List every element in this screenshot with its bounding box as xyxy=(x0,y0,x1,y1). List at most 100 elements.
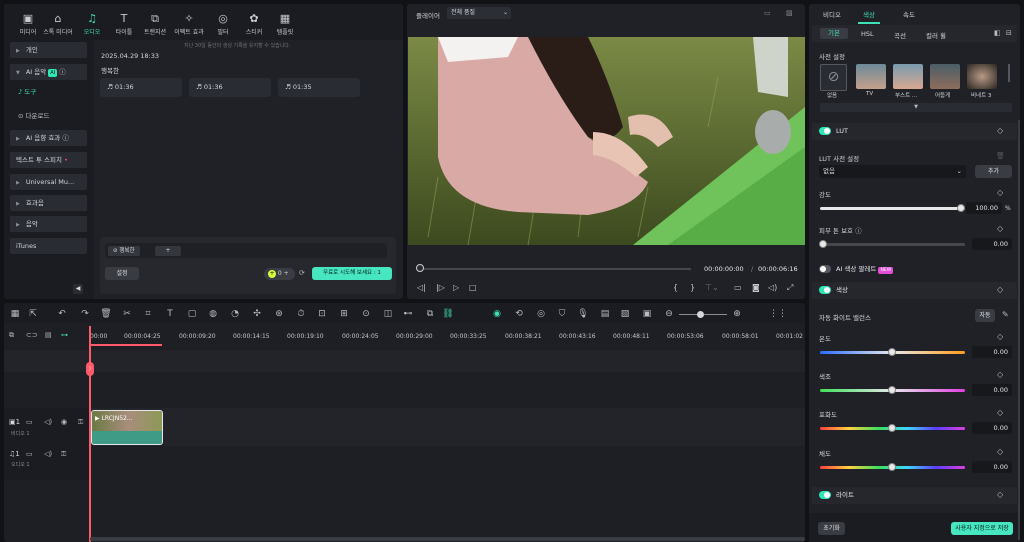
folder-icon[interactable]: ▭ xyxy=(26,418,33,426)
play-icon[interactable]: ▷ xyxy=(453,283,459,292)
display-icon[interactable]: ▭ xyxy=(734,283,742,292)
volume-icon[interactable]: ◁) xyxy=(768,283,777,292)
color-icon[interactable]: ◍ xyxy=(207,309,219,319)
microphone-icon[interactable]: 🎙 xyxy=(577,309,589,319)
inspector-scrollbar[interactable] xyxy=(1018,120,1020,540)
visibility-icon[interactable]: ◉ xyxy=(61,418,67,426)
toolbar-media[interactable]: ▣ 미디어 xyxy=(13,12,43,36)
sidebar-item-itunes[interactable]: iTunes xyxy=(10,238,87,254)
subtab-hsl[interactable]: HSL xyxy=(861,30,874,38)
saturation-value[interactable]: 0.00 xyxy=(972,422,1012,434)
crop-icon[interactable]: ⌗ xyxy=(142,309,154,319)
marker-icon[interactable]: ⊤⌄ xyxy=(705,283,719,292)
quality-select[interactable]: 전체 품질 ⌄ xyxy=(447,7,511,19)
audio-stretch-icon[interactable]: ⊷ xyxy=(402,309,414,319)
compare-icon[interactable]: ◧ xyxy=(994,29,1001,37)
render-icon[interactable]: ◎ xyxy=(535,309,547,319)
temperature-value[interactable]: 0.00 xyxy=(972,346,1012,358)
track-list-icon[interactable]: ▤ xyxy=(45,331,52,339)
strength-slider[interactable] xyxy=(820,204,965,212)
layout-icon[interactable]: ▦ xyxy=(9,309,21,319)
keyframe-icon[interactable]: ◇ xyxy=(997,332,1003,341)
playhead-handle-icon[interactable]: ⟩ xyxy=(86,362,94,376)
color-toggle[interactable] xyxy=(819,286,831,294)
keyframe-icon[interactable]: ◇ xyxy=(997,188,1003,197)
sidebar-item-tools[interactable]: ♪ 도구 xyxy=(18,86,36,96)
redo-icon[interactable]: ↷ xyxy=(79,309,91,319)
ai-palette-header[interactable]: AI 색상 팔레트 NEW xyxy=(812,261,1017,278)
copy-icon[interactable]: ⧉ xyxy=(424,309,436,319)
snapshot-icon[interactable]: ▨ xyxy=(786,9,793,17)
preset-thumb-vignette[interactable] xyxy=(967,64,997,89)
prompt-input[interactable] xyxy=(105,243,387,258)
step-back-icon[interactable]: |▷ xyxy=(436,283,445,292)
lock-icon[interactable]: ⚿ xyxy=(61,450,66,459)
eyedropper-icon[interactable]: ✎ xyxy=(1002,310,1009,319)
music-card[interactable]: ♬ 01:36 xyxy=(189,78,271,97)
cut-icon[interactable]: ✂ xyxy=(121,309,133,319)
mute-icon[interactable]: ◁) xyxy=(44,450,52,458)
prompt-chip[interactable]: ⊘ 행복한 xyxy=(108,246,140,256)
folder-icon[interactable]: ▭ xyxy=(26,450,33,458)
keyframe-icon[interactable]: ◇ xyxy=(997,370,1003,379)
lock-icon[interactable]: ⚿ xyxy=(78,418,83,427)
keyframe-icon[interactable]: ◇ xyxy=(997,126,1003,135)
mute-icon[interactable]: ◁) xyxy=(44,418,52,426)
keyframe-icon[interactable]: ◇ xyxy=(997,285,1003,294)
video-preview[interactable] xyxy=(408,37,805,245)
lut-section-header[interactable]: LUT xyxy=(812,123,1017,140)
subtab-basic[interactable]: 기본 xyxy=(820,28,848,39)
settings-button[interactable]: 설정 xyxy=(105,267,139,280)
collapse-sidebar-icon[interactable]: ◀ xyxy=(73,284,83,294)
storyboard-icon[interactable]: ▤ xyxy=(599,309,611,319)
add-chip-button[interactable]: + xyxy=(155,246,181,256)
reset-button[interactable]: 초기화 xyxy=(818,522,845,535)
music-card[interactable]: ♬ 01:35 xyxy=(278,78,360,97)
snap-icon[interactable]: ⊶ xyxy=(61,331,68,339)
frame-icon[interactable]: ▢ xyxy=(186,309,198,319)
sidebar-item-tts[interactable]: 텍스트 투 스피치 • xyxy=(10,152,87,168)
stop-icon[interactable]: □ xyxy=(469,283,477,292)
preset-scrollbar[interactable] xyxy=(1008,64,1010,82)
toolbar-template[interactable]: ▦ 템플릿 xyxy=(270,12,300,36)
more-options-icon[interactable]: ⋮⋮ xyxy=(769,309,787,319)
delete-icon[interactable]: 🗑 xyxy=(100,309,112,319)
auto-sync-icon[interactable]: ⟲ xyxy=(513,309,525,319)
vibrance-slider[interactable] xyxy=(820,463,965,471)
sidebar-item-music[interactable]: ▶ 음악 xyxy=(10,216,87,232)
sidebar-item-ai-sound-effects[interactable]: ▶ AI 음향 효과 ⓘ xyxy=(10,130,87,146)
keyframe-icon[interactable]: ◇ xyxy=(997,490,1003,499)
prev-frame-icon[interactable]: ◁| xyxy=(417,283,426,292)
pip-icon[interactable]: ▣ xyxy=(641,309,653,319)
select-tool-icon[interactable]: ⇱ xyxy=(27,309,39,319)
vibrance-value[interactable]: 0.00 xyxy=(972,461,1012,473)
video-clip[interactable]: ▶ LRCJN52... xyxy=(91,410,163,445)
temperature-slider[interactable] xyxy=(820,348,965,356)
link-track-icon[interactable]: ⊂⊃ xyxy=(26,331,38,339)
help-icon[interactable]: ⓘ xyxy=(59,68,66,76)
tab-video[interactable]: 비디오 xyxy=(823,9,841,19)
undo-icon[interactable]: ↶ xyxy=(56,309,68,319)
mark-out-icon[interactable]: } xyxy=(690,283,695,292)
sidebar-item-personal[interactable]: ▶ 개인 xyxy=(10,42,87,58)
image-icon[interactable]: ▧ xyxy=(619,309,631,319)
save-custom-button[interactable]: 사용자 지정으로 저장 xyxy=(951,522,1013,535)
toolbar-transition[interactable]: ⧉ 트랜지션 xyxy=(140,12,170,36)
preset-thumb-tv[interactable] xyxy=(856,64,886,89)
shield-icon[interactable]: ⛉ xyxy=(556,309,568,319)
fullscreen-icon[interactable]: ⤢ xyxy=(787,283,793,293)
grid-view-icon[interactable]: ▭ xyxy=(764,9,771,17)
ai-icon[interactable]: ◉ xyxy=(491,309,503,319)
zoom-slider-knob[interactable] xyxy=(697,311,704,318)
saturation-slider[interactable] xyxy=(820,424,965,432)
skin-protect-value[interactable]: 0.00 xyxy=(972,238,1012,250)
settings-icon[interactable]: ⊟ xyxy=(1006,29,1012,37)
add-track-icon[interactable]: ⧉ xyxy=(9,331,14,340)
sidebar-item-universal[interactable]: ▶ Universal Mu... xyxy=(10,174,87,190)
tint-slider[interactable] xyxy=(820,386,965,394)
toolbar-effects[interactable]: ✧ 이펙트 효과 xyxy=(174,12,204,36)
timeline-scrollbar[interactable] xyxy=(90,537,805,541)
effects-icon[interactable]: ✣ xyxy=(251,309,263,319)
freeze-icon[interactable]: ⊡ xyxy=(316,309,328,319)
tint-knob[interactable] xyxy=(888,386,896,394)
